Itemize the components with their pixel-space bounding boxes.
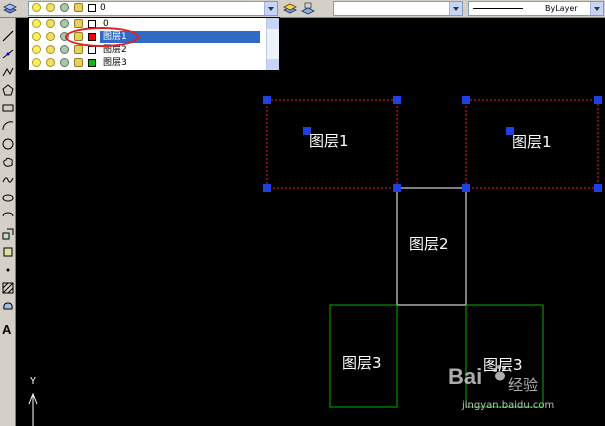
lock-icon [74, 3, 83, 12]
bulb-icon [32, 3, 41, 12]
paw-logo-icon [493, 365, 506, 381]
sun-icon[interactable] [46, 32, 55, 41]
highlight-ellipse [65, 27, 139, 47]
bulb-icon[interactable] [32, 19, 41, 28]
draw-toolbar: A [0, 18, 16, 426]
chevron-down-icon[interactable] [590, 2, 603, 15]
bulb-icon[interactable] [32, 45, 41, 54]
color-swatch-icon [88, 46, 96, 54]
insert-block-icon[interactable] [2, 228, 14, 240]
rectangle-icon[interactable] [2, 102, 14, 114]
dropdown-scrollbar[interactable] [266, 18, 279, 70]
label-layer2[interactable]: 图层2 [409, 233, 449, 254]
layers-toolbar: 0 ByLayer [0, 0, 605, 18]
grip[interactable] [462, 184, 470, 192]
sun-icon[interactable] [46, 45, 55, 54]
linetype-value: ByLayer [545, 4, 578, 13]
globe-icon [60, 3, 69, 12]
text-tool-icon[interactable]: A [2, 322, 11, 337]
label-layer3-left[interactable]: 图层3 [342, 352, 382, 373]
bulb-icon[interactable] [32, 58, 41, 67]
grip[interactable] [462, 96, 470, 104]
polygon-icon[interactable] [2, 84, 14, 96]
construction-line-icon[interactable] [2, 48, 14, 60]
grip[interactable] [393, 96, 401, 104]
globe-icon[interactable] [60, 45, 69, 54]
cad-window: 0 ByLayer A 图层1 图层1 图层2 图层3 图层3 Y 0 图层1 … [0, 0, 605, 426]
layer-combo[interactable]: 0 [28, 1, 278, 16]
hatch-icon[interactable] [2, 282, 14, 294]
ucs-y-label: Y [30, 376, 37, 387]
scroll-down-icon[interactable] [267, 59, 279, 70]
sun-icon[interactable] [46, 19, 55, 28]
bulb-icon[interactable] [32, 32, 41, 41]
make-current-icon[interactable] [282, 1, 298, 16]
layer-option-label: 图层3 [103, 58, 127, 68]
line-icon[interactable] [2, 30, 14, 42]
color-combo[interactable] [333, 1, 463, 16]
label-layer1-right[interactable]: 图层1 [512, 131, 552, 152]
linetype-combo[interactable]: ByLayer [468, 1, 604, 16]
color-swatch-icon [88, 59, 96, 67]
layer-manager-icon[interactable] [2, 1, 18, 16]
layer-option-2[interactable]: 图层2 [29, 44, 266, 56]
polyline-icon[interactable] [2, 66, 14, 78]
grip[interactable] [393, 184, 401, 192]
revision-cloud-icon[interactable] [2, 156, 14, 168]
grip[interactable] [263, 184, 271, 192]
sun-icon[interactable] [46, 58, 55, 67]
point-icon[interactable] [2, 264, 14, 276]
watermark-suffix: 经验 [508, 376, 539, 394]
watermark-brand: Bai [448, 364, 483, 389]
spline-icon[interactable] [2, 174, 14, 186]
chevron-down-icon[interactable] [449, 2, 462, 15]
grip[interactable] [594, 184, 602, 192]
current-layer-name: 0 [100, 3, 106, 13]
scroll-up-icon[interactable] [267, 18, 279, 29]
region-icon[interactable] [2, 300, 14, 312]
grip[interactable] [594, 96, 602, 104]
grip[interactable] [263, 96, 271, 104]
arc-icon[interactable] [2, 120, 14, 132]
lock-icon[interactable] [74, 58, 83, 67]
chevron-down-icon[interactable] [264, 2, 277, 15]
layer-option-0[interactable]: 0 [29, 18, 266, 30]
label-layer1-left[interactable]: 图层1 [309, 130, 349, 151]
ellipse-icon[interactable] [2, 192, 14, 204]
make-block-icon[interactable] [2, 246, 14, 258]
globe-icon[interactable] [60, 19, 69, 28]
lock-icon[interactable] [74, 45, 83, 54]
sun-icon [46, 3, 55, 12]
ellipse-arc-icon[interactable] [2, 210, 14, 222]
linetype-preview [473, 8, 523, 9]
layer-previous-icon[interactable] [300, 1, 316, 16]
globe-icon[interactable] [60, 58, 69, 67]
layer-option-3[interactable]: 图层3 [29, 57, 266, 69]
circle-icon[interactable] [2, 138, 14, 150]
color-swatch-icon [88, 4, 96, 12]
lock-icon[interactable] [74, 19, 83, 28]
layer-dropdown-list[interactable]: 0 图层1 图层2 图层3 [28, 17, 280, 71]
watermark-url: jingyan.baidu.com [462, 400, 555, 411]
